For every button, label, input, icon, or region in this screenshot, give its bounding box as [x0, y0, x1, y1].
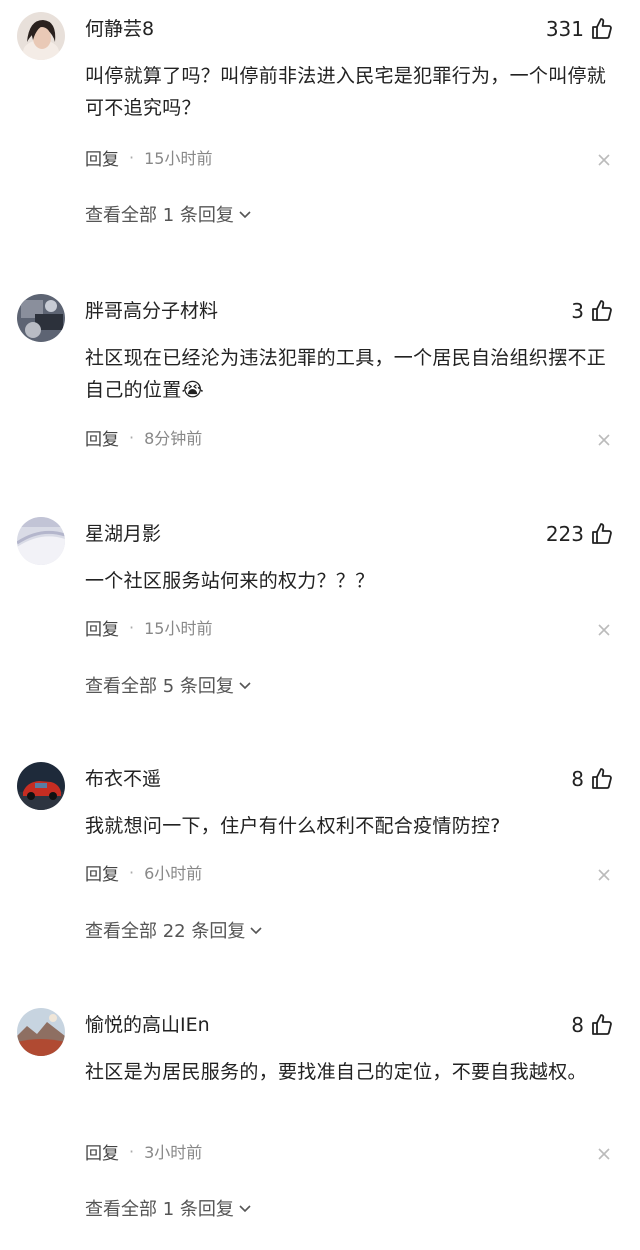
chevron-down-icon — [239, 682, 251, 690]
reply-button[interactable]: 回复 — [85, 860, 119, 885]
like-count: 3 — [571, 299, 584, 323]
avatar[interactable] — [17, 762, 65, 810]
comment-item: 星湖月影 223 一个社区服务站何来的权力？？？ 回复 · 15小时前 查看全部… — [0, 505, 640, 715]
view-all-replies-button[interactable]: 查看全部 22 条回复 — [85, 917, 263, 943]
reply-button[interactable]: 回复 — [85, 425, 119, 450]
thumbs-up-icon[interactable] — [590, 17, 614, 41]
close-icon[interactable] — [596, 432, 612, 448]
close-icon[interactable] — [596, 622, 612, 638]
like-control[interactable]: 8 — [571, 1012, 614, 1038]
timestamp: 3小时前 — [144, 1143, 203, 1162]
thumbs-up-icon[interactable] — [590, 767, 614, 791]
avatar[interactable] — [17, 12, 65, 60]
avatar[interactable] — [17, 517, 65, 565]
timestamp: 8分钟前 — [144, 429, 203, 448]
timestamp: 6小时前 — [144, 864, 203, 883]
username[interactable]: 何静芸8 — [85, 16, 154, 42]
like-control[interactable]: 8 — [571, 766, 614, 792]
view-all-replies-button[interactable]: 查看全部 5 条回复 — [85, 672, 252, 698]
view-all-replies-button[interactable]: 查看全部 1 条回复 — [85, 1195, 252, 1221]
comment-text: 社区现在已经沦为违法犯罪的工具，一个居民自治组织摆不正自己的位置😭 — [85, 347, 607, 401]
comment-meta: 回复 · 15小时前 — [85, 145, 213, 170]
close-icon[interactable] — [596, 1146, 612, 1162]
comment-text: 叫停就算了吗？叫停前非法进入民宅是犯罪行为，一个叫停就可不追究吗？ — [85, 65, 607, 119]
close-icon[interactable] — [596, 867, 612, 883]
comment-text: 我就想问一下，住户有什么权利不配合疫情防控? — [85, 815, 501, 837]
comment-meta: 回复 · 8分钟前 — [85, 425, 203, 450]
view-all-label: 查看全部 5 条回复 — [85, 676, 234, 697]
reply-button[interactable]: 回复 — [85, 1139, 119, 1164]
comment-text: 一个社区服务站何来的权力？？？ — [85, 570, 375, 592]
timestamp: 15小时前 — [144, 619, 213, 638]
chevron-down-icon — [250, 927, 262, 935]
thumbs-up-icon[interactable] — [590, 1013, 614, 1037]
timestamp: 15小时前 — [144, 149, 213, 168]
comment-text: 社区是为居民服务的，要找准自己的定位，不要自我越权。 — [85, 1061, 587, 1083]
like-control[interactable]: 3 — [571, 298, 614, 324]
reply-button[interactable]: 回复 — [85, 615, 119, 640]
view-all-label: 查看全部 22 条回复 — [85, 921, 246, 942]
chevron-down-icon — [239, 211, 251, 219]
comment-item: 胖哥高分子材料 3 社区现在已经沦为违法犯罪的工具，一个居民自治组织摆不正自己的… — [0, 282, 640, 482]
avatar[interactable] — [17, 1008, 65, 1056]
like-count: 331 — [545, 17, 584, 41]
close-icon[interactable] — [596, 152, 612, 168]
view-all-label: 查看全部 1 条回复 — [85, 1199, 234, 1220]
view-all-label: 查看全部 1 条回复 — [85, 205, 234, 226]
like-count: 223 — [545, 522, 584, 546]
chevron-down-icon — [239, 1205, 251, 1213]
thumbs-up-icon[interactable] — [590, 522, 614, 546]
thumbs-up-icon[interactable] — [590, 299, 614, 323]
comment-meta: 回复 · 3小时前 — [85, 1139, 203, 1164]
username[interactable]: 胖哥高分子材料 — [85, 298, 218, 324]
username[interactable]: 布衣不遥 — [85, 766, 161, 792]
reply-button[interactable]: 回复 — [85, 145, 119, 170]
like-count: 8 — [571, 767, 584, 791]
like-count: 8 — [571, 1013, 584, 1037]
username[interactable]: 愉悦的高山IEn — [85, 1012, 210, 1038]
comment-meta: 回复 · 15小时前 — [85, 615, 213, 640]
like-control[interactable]: 223 — [546, 521, 614, 547]
view-all-replies-button[interactable]: 查看全部 1 条回复 — [85, 201, 252, 227]
like-control[interactable]: 331 — [546, 16, 614, 42]
comment-item: 布衣不遥 8 我就想问一下，住户有什么权利不配合疫情防控? 回复 · 6小时前 … — [0, 750, 640, 960]
comment-item: 何静芸8 331 叫停就算了吗？叫停前非法进入民宅是犯罪行为，一个叫停就可不追究… — [0, 0, 640, 245]
comment-item: 愉悦的高山IEn 8 社区是为居民服务的，要找准自己的定位，不要自我越权。 回复… — [0, 996, 640, 1246]
avatar[interactable] — [17, 294, 65, 342]
comment-meta: 回复 · 6小时前 — [85, 860, 203, 885]
username[interactable]: 星湖月影 — [85, 521, 161, 547]
